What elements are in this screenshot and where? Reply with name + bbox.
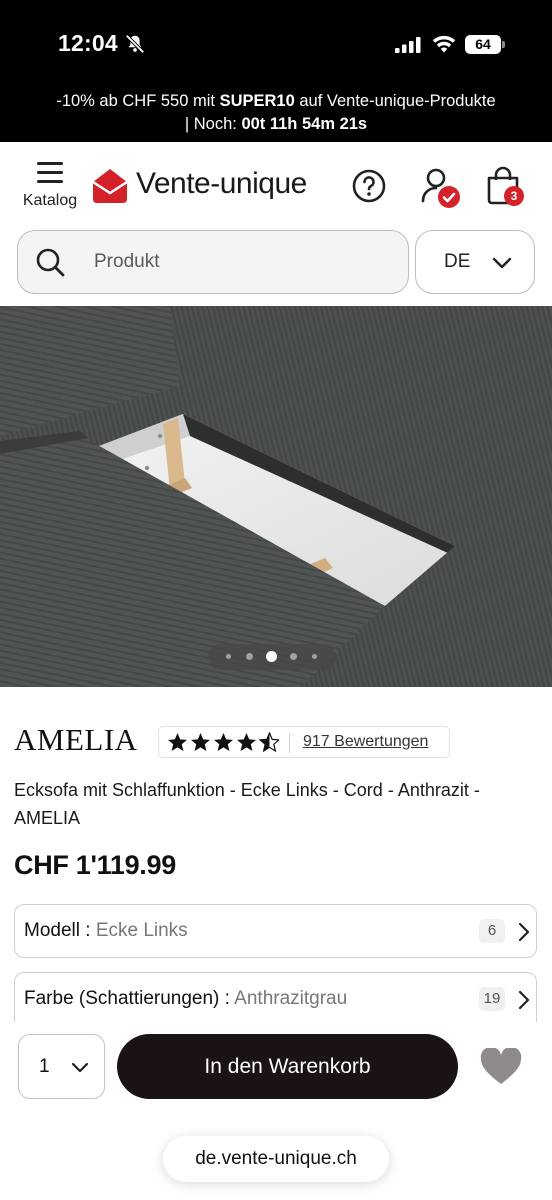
product-brand: AMELIA: [14, 722, 138, 757]
account-button[interactable]: [418, 166, 462, 210]
chevron-down-icon: [71, 1062, 89, 1073]
promo-banner[interactable]: -10% ab CHF 550 mit SUPER10 auf Vente-un…: [0, 88, 552, 142]
quantity-value: 1: [39, 1056, 50, 1077]
catalog-menu-button[interactable]: Katalog: [14, 162, 86, 214]
reviews-link[interactable]: 917 Bewertungen: [303, 733, 428, 751]
browser-bottom-bar: de.vente-unique.ch: [0, 1122, 552, 1200]
add-to-cart-button[interactable]: In den Warenkorb: [117, 1034, 458, 1099]
cart-button[interactable]: 3: [484, 166, 526, 210]
rating-divider: [289, 733, 290, 753]
carousel-pagination: [208, 644, 336, 670]
chevron-down-icon: [492, 257, 512, 269]
logged-in-check-badge: [438, 186, 460, 208]
carousel-dot[interactable]: [290, 653, 297, 660]
search-input[interactable]: [94, 241, 394, 283]
language-select[interactable]: DE: [415, 230, 535, 294]
help-icon[interactable]: [352, 169, 386, 203]
promo-line-2: | Noch: 00t 11h 54m 21s: [184, 115, 368, 133]
chevron-right-icon: [518, 990, 530, 1010]
hamburger-icon: [37, 162, 63, 184]
sofa-storage-photo: [0, 306, 552, 687]
language-value: DE: [444, 251, 471, 272]
carousel-dot[interactable]: [312, 654, 317, 659]
rating-summary[interactable]: 917 Bewertungen: [158, 726, 450, 758]
check-icon: [442, 192, 456, 203]
sticky-purchase-bar: 1 In den Warenkorb: [0, 1022, 552, 1122]
site-logo[interactable]: Vente-unique: [92, 166, 332, 206]
browser-url-pill[interactable]: de.vente-unique.ch: [163, 1136, 389, 1182]
carousel-dot-active[interactable]: [266, 651, 277, 662]
option-count-badge: 19: [479, 987, 505, 1011]
logo-text: Vente-unique: [136, 167, 307, 200]
star-rating-icon: [168, 732, 279, 752]
promo-code: SUPER10: [219, 92, 295, 110]
chevron-right-icon: [518, 922, 530, 942]
product-image-carousel[interactable]: [0, 306, 552, 687]
status-bar: 12:04 64: [0, 0, 552, 88]
product-title: Ecksofa mit Schlaffunktion - Ecke Links …: [14, 780, 480, 828]
promo-line-1: -10% ab CHF 550 mit SUPER10 auf Vente-un…: [56, 92, 496, 110]
site-header: Katalog Vente-unique 3: [0, 142, 552, 228]
status-time: 12:04: [58, 30, 118, 56]
option-color[interactable]: Farbe (Schattierungen) : Anthrazitgrau 1…: [14, 972, 537, 1022]
house-logo-icon: [92, 169, 128, 203]
search-icon[interactable]: [34, 246, 66, 278]
catalog-label: Katalog: [22, 192, 78, 209]
option-model[interactable]: Modell : Ecke Links 6: [14, 904, 537, 958]
search-box[interactable]: [17, 230, 409, 294]
option-value: Ecke Links: [95, 920, 188, 941]
option-label: Farbe (Schattierungen) : Anthrazitgrau: [24, 988, 348, 1009]
carousel-dot[interactable]: [226, 654, 231, 659]
bell-slash-icon: [125, 34, 145, 54]
quantity-select[interactable]: 1: [18, 1034, 105, 1099]
wifi-icon: [432, 35, 456, 53]
cellular-signal-icon: [395, 37, 421, 53]
option-count-badge: 6: [479, 919, 505, 943]
option-value: Anthrazitgrau: [234, 988, 348, 1009]
cart-count-badge: 3: [504, 186, 524, 206]
option-label: Modell : Ecke Links: [24, 920, 188, 941]
carousel-dot[interactable]: [246, 653, 253, 660]
promo-countdown: 00t 11h 54m 21s: [241, 115, 368, 133]
heart-icon[interactable]: [480, 1048, 522, 1086]
battery-indicator: 64: [465, 35, 505, 54]
product-price: CHF 1'119.99: [14, 850, 176, 880]
